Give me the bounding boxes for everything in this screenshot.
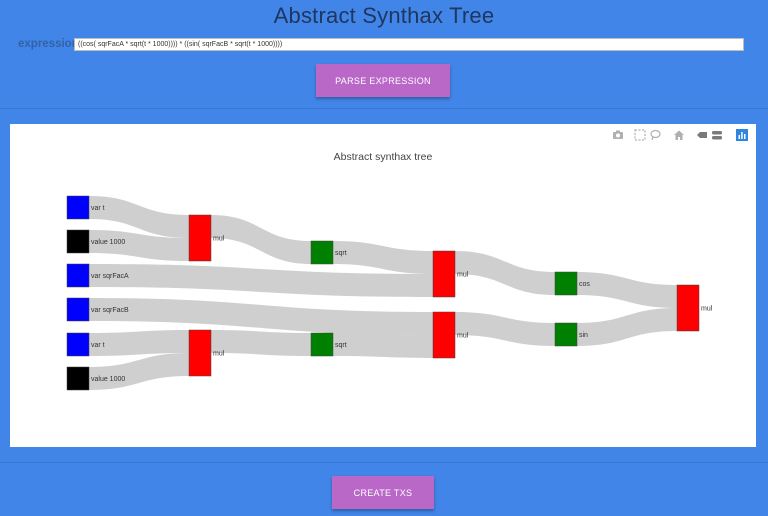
sankey-node[interactable] (554, 322, 578, 347)
sankey-link[interactable] (577, 308, 677, 346)
sankey-node[interactable] (188, 329, 212, 377)
sankey-node[interactable] (66, 229, 90, 254)
sankey-link[interactable] (333, 241, 433, 274)
sankey-node[interactable] (66, 332, 90, 357)
sankey-link[interactable] (89, 264, 433, 297)
sankey-node[interactable] (676, 284, 700, 332)
sankey-node[interactable] (66, 366, 90, 391)
sankey-node-label: cos (579, 281, 590, 288)
sankey-node[interactable] (554, 271, 578, 296)
sankey-node[interactable] (188, 214, 212, 262)
create-txs-button[interactable]: CREATE TXS (332, 476, 434, 509)
sankey-link[interactable] (211, 215, 311, 264)
sankey-node-label: mul (457, 272, 469, 279)
sankey-node[interactable] (66, 263, 90, 288)
sankey-link[interactable] (577, 272, 677, 308)
sankey-node[interactable] (66, 297, 90, 322)
sankey-node-label: mul (213, 236, 225, 243)
expression-label: expression (18, 38, 79, 50)
sankey-node-label: value 1000 (91, 376, 125, 383)
sankey-node-label: sqrt (335, 250, 347, 257)
page-title: Abstract Synthax Tree (273, 3, 495, 28)
sankey-node[interactable] (432, 250, 456, 298)
divider (0, 108, 768, 109)
sankey-node[interactable] (310, 332, 334, 357)
sankey-node-label: mul (457, 333, 469, 340)
divider (0, 462, 768, 463)
sankey-link[interactable] (211, 330, 311, 356)
sankey-link[interactable] (455, 251, 555, 295)
sankey-link[interactable] (89, 298, 433, 335)
header-panel: Abstract Synthax Tree expression PARSE E… (0, 0, 768, 108)
sankey-node-label: sin (579, 332, 588, 339)
sankey-node-label: var t (91, 205, 105, 212)
sankey-node-label: value 1000 (91, 239, 125, 246)
sankey-link[interactable] (333, 333, 433, 358)
sankey-node-label: var sqrFacB (91, 307, 129, 314)
expression-input[interactable] (74, 38, 744, 51)
chart-card: Abstract synthax tree var t value 1000 var… (10, 124, 756, 447)
sankey-diagram: var t value 1000 var sqrFacA var sqrFacB var… (66, 195, 713, 391)
sankey-node-label: sqrt (335, 342, 347, 349)
sankey-node[interactable] (66, 195, 90, 220)
sankey-link[interactable] (89, 353, 189, 390)
sankey-node-label: var t (91, 342, 105, 349)
sankey-node[interactable] (432, 311, 456, 359)
parse-expression-button[interactable]: PARSE EXPRESSION (316, 64, 450, 97)
sankey-link[interactable] (455, 312, 555, 346)
sankey-node-label: mul (213, 351, 225, 358)
sankey-node-label: var sqrFacA (91, 273, 129, 280)
sankey-node[interactable] (310, 240, 334, 265)
sankey-node-label: mul (701, 306, 713, 313)
